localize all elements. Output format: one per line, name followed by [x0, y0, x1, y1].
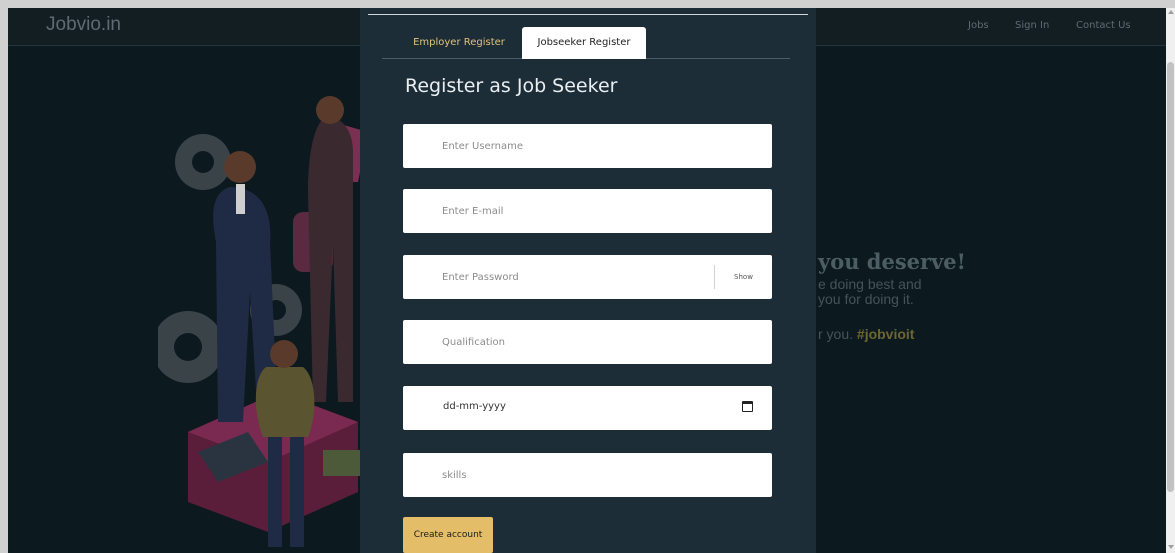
qualification-field-box: [403, 320, 772, 364]
dob-field[interactable]: dd-mm-yyyy: [403, 386, 772, 430]
nav-link-sign-in[interactable]: Sign In: [1015, 20, 1049, 31]
tab-employer-register[interactable]: Employer Register: [410, 27, 508, 59]
hero-line-3: r you. #jobvioit: [818, 327, 914, 342]
scrollbar-thumb[interactable]: [1167, 62, 1174, 492]
calendar-icon[interactable]: [742, 401, 753, 412]
skills-field[interactable]: [403, 453, 772, 497]
hero-line-2: you for doing it.: [818, 291, 914, 307]
tab-jobseeker-register[interactable]: Jobseeker Register: [522, 27, 646, 59]
username-field[interactable]: [403, 124, 772, 168]
email-field[interactable]: [403, 189, 772, 233]
dob-value: dd-mm-yyyy: [443, 401, 506, 412]
email-field-box: [403, 189, 772, 233]
nav-link-contact-us[interactable]: Contact Us: [1076, 20, 1131, 31]
hero-line-1: e doing best and: [818, 276, 922, 292]
register-tabs: Employer Register Jobseeker Register: [382, 27, 790, 59]
scroll-up-arrow-icon[interactable]: [1168, 10, 1174, 14]
nav-link-jobs[interactable]: Jobs: [968, 20, 989, 31]
password-field-box: Show: [403, 255, 772, 299]
hero-line-3-text: r you.: [818, 326, 857, 342]
brand-logo[interactable]: Jobvio.in: [46, 14, 121, 36]
hero-hashtag: #jobvioit: [856, 326, 915, 342]
modal-top-divider: [368, 14, 808, 15]
scroll-down-arrow-icon[interactable]: [1168, 545, 1174, 549]
register-modal: Employer Register Jobseeker Register Reg…: [360, 8, 816, 553]
username-field-box: [403, 124, 772, 168]
create-account-button[interactable]: Create account: [403, 517, 493, 553]
modal-title: Register as Job Seeker: [405, 75, 618, 97]
show-password-toggle[interactable]: Show: [714, 265, 772, 289]
qualification-field[interactable]: [403, 320, 772, 364]
hero-heading: you deserve!: [818, 249, 966, 274]
skills-field-box: [403, 453, 772, 497]
hero-illustration: [158, 96, 368, 547]
